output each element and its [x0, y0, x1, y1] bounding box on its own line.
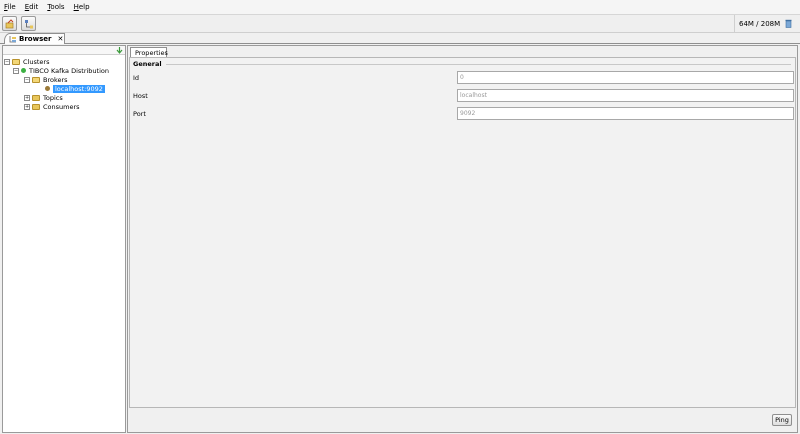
port-field[interactable]: 9092 [457, 107, 794, 120]
collapse-icon[interactable]: − [24, 76, 30, 83]
tab-browser[interactable]: Browser ✕ [4, 33, 65, 44]
folder-icon [32, 94, 40, 101]
tab-browser-label: Browser [19, 35, 52, 43]
menu-edit[interactable]: Edit [25, 0, 39, 14]
tree-item-broker[interactable]: localhost:9092 [45, 84, 105, 93]
broker-icon [45, 86, 50, 91]
connect-icon [5, 18, 13, 28]
folder-icon [32, 103, 40, 110]
tree-item-consumers[interactable]: + Consumers [24, 102, 80, 111]
collapse-icon[interactable]: − [4, 58, 10, 65]
status-green-icon [21, 68, 26, 73]
close-icon[interactable]: ✕ [57, 35, 63, 43]
tree-item-cluster[interactable]: − TIBCO Kafka Distribution [13, 66, 109, 75]
field-label-host: Host [133, 92, 148, 100]
properties-body: General Id 0 Host localhost Port 9092 [129, 57, 796, 408]
tree-item-brokers[interactable]: − Brokers [24, 75, 68, 84]
tree-header [3, 46, 125, 55]
folder-open-icon [12, 58, 20, 65]
menu-tools[interactable]: Tools [47, 0, 64, 14]
properties-panel: Properties General Id 0 Host localhost P… [127, 45, 798, 433]
cluster-tree-panel: − Clusters − TIBCO Kafka Distribution − … [2, 45, 126, 433]
host-field[interactable]: localhost [457, 89, 794, 102]
expand-icon[interactable]: + [24, 94, 30, 101]
tree-item-topics[interactable]: + Topics [24, 93, 63, 102]
field-label-id: Id [133, 74, 140, 82]
group-divider [166, 64, 791, 65]
tree-button[interactable] [21, 16, 36, 31]
toolbar: 64M / 208M [0, 14, 800, 33]
trash-icon[interactable] [785, 19, 792, 28]
menu-file[interactable]: File [4, 0, 16, 14]
browser-icon [9, 36, 16, 43]
tab-properties[interactable]: Properties [130, 47, 168, 57]
folder-open-icon [32, 76, 40, 83]
refresh-icon[interactable] [116, 46, 123, 54]
ping-button[interactable]: Ping [772, 414, 792, 426]
main-tabstrip: Browser ✕ [0, 33, 800, 44]
group-title: General [133, 60, 164, 68]
id-field[interactable]: 0 [457, 71, 794, 84]
field-label-port: Port [133, 110, 146, 118]
menu-help[interactable]: Help [74, 0, 90, 14]
expand-icon[interactable]: + [24, 103, 30, 110]
collapse-icon[interactable]: − [13, 67, 19, 74]
connect-button[interactable] [2, 16, 17, 31]
memory-indicator: 64M / 208M [734, 15, 800, 32]
memory-text: 64M / 208M [739, 19, 781, 28]
menu-bar: File Edit Tools Help [0, 0, 800, 14]
tree-icon [24, 19, 33, 28]
tree-item-clusters[interactable]: − Clusters [4, 57, 49, 66]
